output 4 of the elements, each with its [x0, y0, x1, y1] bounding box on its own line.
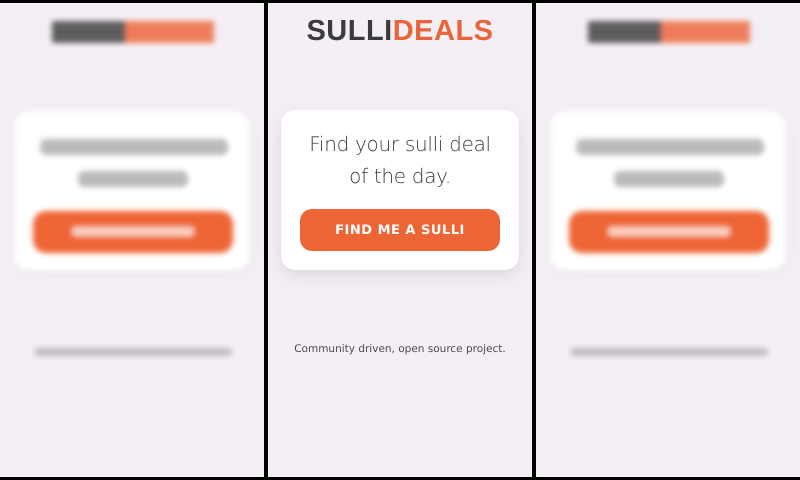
card-heading: Find your sulli deal of the day.: [308, 131, 492, 190]
find-deal-button[interactable]: FIND ME A SULLI: [300, 209, 500, 251]
logo: SULLIDEALS: [306, 14, 494, 48]
footer-text: Community driven, open source project.: [294, 343, 506, 355]
